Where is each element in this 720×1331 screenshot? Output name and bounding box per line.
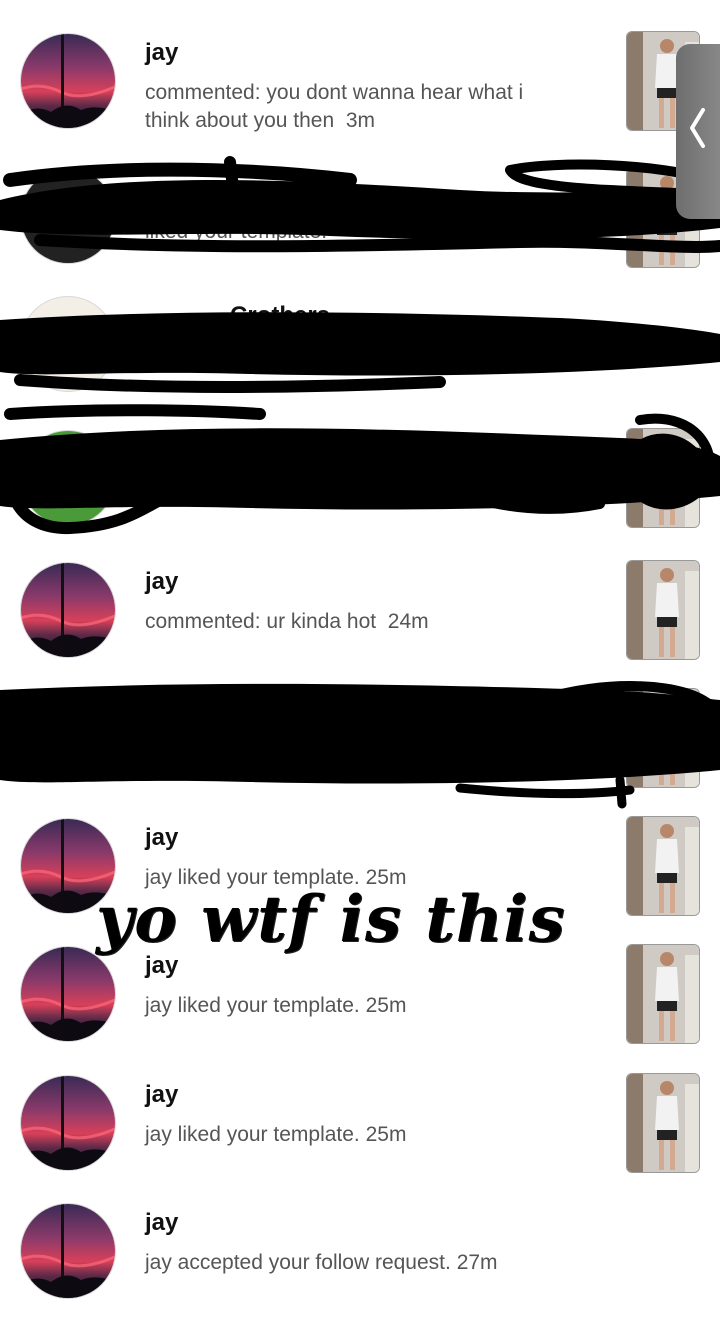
notification-time: 27m bbox=[456, 1251, 498, 1274]
username[interactable]: jay bbox=[145, 1081, 178, 1109]
avatar[interactable] bbox=[20, 33, 116, 129]
side-panel-tab[interactable] bbox=[676, 44, 720, 219]
notification-time: 25m bbox=[365, 994, 407, 1017]
chevron-left-icon bbox=[690, 108, 705, 148]
overlay-caption: yo wtf is this bbox=[96, 882, 566, 957]
username[interactable]: jay bbox=[145, 824, 178, 852]
avatar[interactable] bbox=[20, 946, 116, 1042]
username[interactable]: jay bbox=[145, 568, 178, 596]
notification-message: commented: ur kinda hot bbox=[145, 610, 377, 633]
avatar[interactable] bbox=[20, 1203, 116, 1299]
username[interactable]: jay bbox=[145, 1209, 178, 1237]
notification-time: 25m bbox=[365, 1123, 407, 1146]
notification-message: jay liked your template. bbox=[145, 1123, 360, 1146]
notification-text: jay accepted your follow request. 27m bbox=[145, 1249, 565, 1277]
notification-time: 24m bbox=[387, 610, 429, 633]
username[interactable]: jay bbox=[145, 39, 178, 67]
notification-message: jay accepted your follow request. bbox=[145, 1251, 451, 1274]
notification-text: jay liked your template. 25m bbox=[145, 1121, 565, 1149]
redaction-scribble bbox=[0, 404, 720, 535]
notification-text: commented: you dont wanna hear what i th… bbox=[145, 79, 565, 135]
notification-item[interactable]: jay jay liked your template. 25m bbox=[0, 1073, 720, 1203]
notification-text: commented: ur kinda hot 24m bbox=[145, 608, 565, 636]
notification-item[interactable]: jay jay accepted your follow request. 27… bbox=[0, 1203, 720, 1331]
notification-item[interactable]: jay jay liked your template. 25m bbox=[0, 944, 720, 1074]
redaction-scribble bbox=[0, 312, 720, 393]
notification-item[interactable]: jay commented: you dont wanna hear what … bbox=[0, 31, 720, 161]
redaction-scribble bbox=[0, 156, 720, 253]
redaction-scribble bbox=[0, 681, 720, 809]
notification-message: jay liked your template. bbox=[145, 994, 360, 1017]
avatar[interactable] bbox=[20, 1075, 116, 1171]
avatar[interactable] bbox=[20, 562, 116, 658]
notification-text: jay liked your template. 25m bbox=[145, 992, 565, 1020]
notification-message: commented: you dont wanna hear what i th… bbox=[145, 81, 524, 132]
notification-time: 3m bbox=[345, 109, 376, 132]
post-thumbnail[interactable] bbox=[626, 1073, 700, 1173]
post-thumbnail[interactable] bbox=[626, 560, 700, 660]
